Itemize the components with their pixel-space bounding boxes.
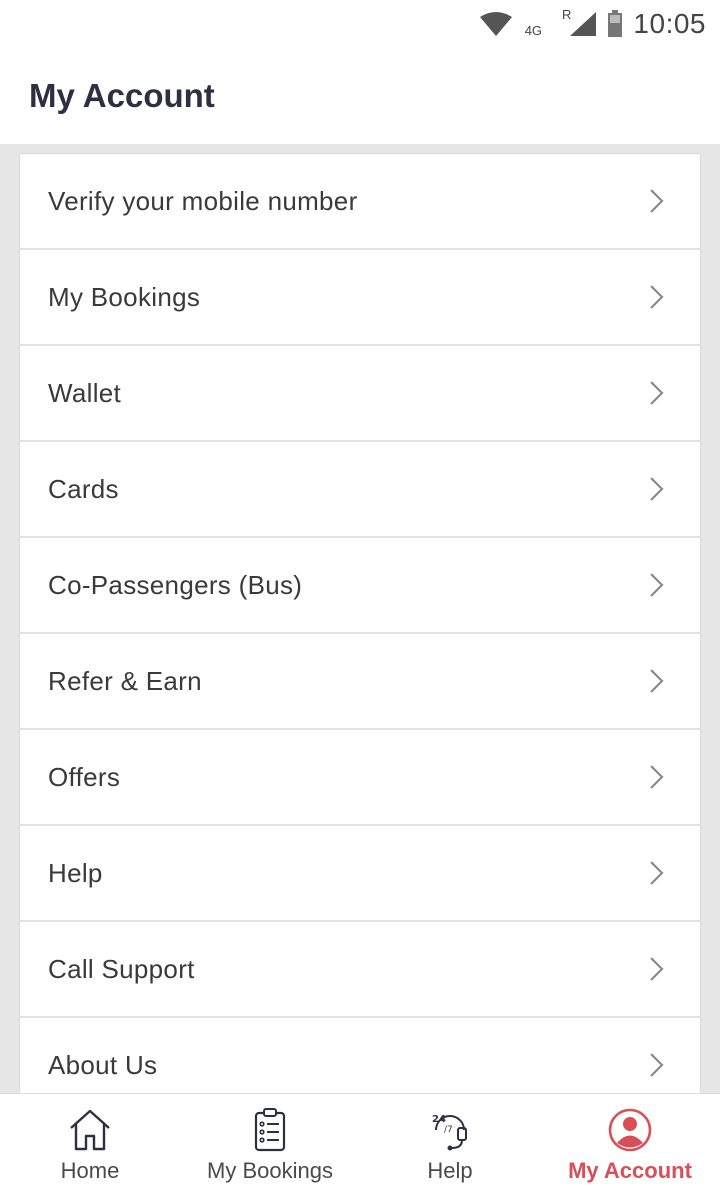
nav-tab-my-account[interactable]: My Account	[540, 1094, 720, 1193]
menu-item-verify-mobile[interactable]: Verify your mobile number	[20, 154, 700, 250]
nav-label: My Bookings	[207, 1158, 333, 1183]
account-content[interactable]: Verify your mobile number My Bookings Wa…	[0, 144, 720, 1093]
menu-item-label: Refer & Earn	[48, 665, 202, 696]
account-menu: Verify your mobile number My Bookings Wa…	[19, 153, 701, 1093]
chevron-right-icon	[648, 476, 664, 502]
nav-label: My Account	[568, 1158, 692, 1183]
chevron-right-icon	[648, 284, 664, 310]
menu-item-label: My Bookings	[48, 281, 201, 312]
app-bar: My Account	[0, 48, 720, 144]
menu-item-label: Cards	[48, 473, 119, 504]
chevron-right-icon	[648, 860, 664, 886]
chevron-right-icon	[648, 1052, 664, 1078]
nav-tab-my-bookings[interactable]: My Bookings	[180, 1094, 360, 1193]
chevron-right-icon	[648, 188, 664, 214]
svg-text:24: 24	[432, 1114, 446, 1125]
nav-tab-home[interactable]: Home	[0, 1094, 180, 1193]
nav-label: Help	[427, 1158, 473, 1183]
account-icon	[607, 1108, 653, 1152]
page-title: My Account	[29, 77, 215, 114]
menu-item-about-us[interactable]: About Us	[20, 1018, 700, 1093]
menu-item-label: Wallet	[48, 377, 122, 408]
nav-tab-help[interactable]: 24 /7 Help	[360, 1094, 540, 1193]
svg-text:/7: /7	[444, 1125, 453, 1135]
chevron-right-icon	[648, 668, 664, 694]
menu-item-refer-earn[interactable]: Refer & Earn	[20, 634, 700, 730]
screen: 4G R 10:05 My Account Verify your mobile…	[0, 0, 720, 1193]
chevron-right-icon	[648, 764, 664, 790]
menu-item-my-bookings[interactable]: My Bookings	[20, 250, 700, 346]
chevron-right-icon	[648, 956, 664, 982]
menu-item-label: Co-Passengers (Bus)	[48, 569, 303, 600]
clipboard-icon	[253, 1108, 287, 1152]
network-type-label: 4G	[524, 22, 543, 38]
support-24-7-icon: 24 /7	[430, 1108, 470, 1152]
chevron-right-icon	[648, 380, 664, 406]
roaming-indicator: R	[562, 6, 572, 22]
menu-item-label: Help	[48, 857, 103, 888]
menu-item-call-support[interactable]: Call Support	[20, 922, 700, 1018]
clock: 10:05	[633, 8, 706, 39]
status-bar: 4G R 10:05	[0, 0, 720, 48]
signal-icon	[569, 11, 597, 37]
menu-item-wallet[interactable]: Wallet	[20, 346, 700, 442]
menu-item-cards[interactable]: Cards	[20, 442, 700, 538]
battery-icon	[607, 10, 623, 38]
menu-item-offers[interactable]: Offers	[20, 730, 700, 826]
bottom-nav: Home My Bookings 24 /7 Help My Account	[0, 1093, 720, 1193]
menu-item-label: Verify your mobile number	[48, 185, 358, 216]
nav-label: Home	[60, 1158, 120, 1183]
chevron-right-icon	[648, 572, 664, 598]
home-icon	[67, 1108, 113, 1152]
menu-item-help[interactable]: Help	[20, 826, 700, 922]
menu-item-label: About Us	[48, 1049, 158, 1080]
menu-item-label: Offers	[48, 761, 121, 792]
menu-item-co-passengers[interactable]: Co-Passengers (Bus)	[20, 538, 700, 634]
wifi-icon	[479, 11, 513, 37]
menu-item-label: Call Support	[48, 953, 195, 984]
